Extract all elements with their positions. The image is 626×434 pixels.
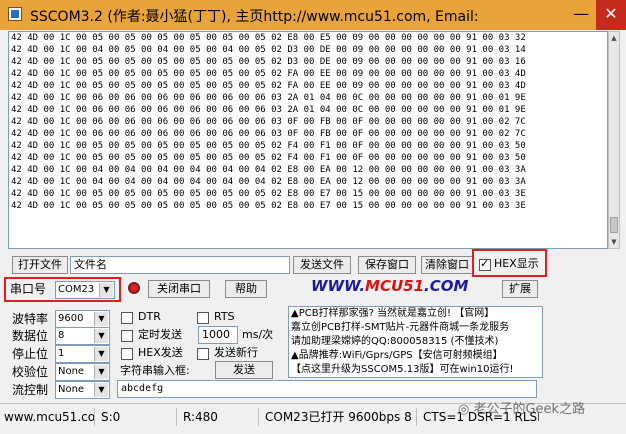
port-select[interactable]: COM23 ▼ [55,281,115,299]
receive-line: 42 4D 00 1C 00 05 00 05 00 05 00 05 00 0… [11,33,526,43]
notice-line[interactable]: ▲品牌推荐:WiFi/Gprs/GPS【安信可射频模组】 [289,349,542,363]
close-button[interactable]: ✕ [596,0,626,30]
receive-line: 42 4D 00 1C 00 05 00 05 00 05 00 05 00 0… [11,141,526,151]
parity-select[interactable]: None ▼ [55,363,110,381]
receive-line: 42 4D 00 1C 00 05 00 05 00 05 00 05 00 0… [11,201,526,211]
hex-send-checkbox[interactable] [121,348,133,360]
title-bar: SSCOM3.2 (作者:聂小猛(丁丁), 主页http://www.mcu51… [0,0,626,30]
app-icon [8,7,22,21]
interval-unit: ms/次 [242,328,274,341]
receive-line: 42 4D 00 1C 00 05 00 05 00 05 00 05 00 0… [11,69,526,79]
receive-line: 42 4D 00 1C 00 04 00 04 00 04 00 04 00 0… [11,177,526,187]
send-button[interactable]: 发送 [215,361,273,379]
save-window-button[interactable]: 保存窗口 [358,256,416,274]
stopbits-label: 停止位 [12,347,49,361]
notice-line[interactable]: 嘉立创PCB打样-SMT贴片-元器件商城一条龙服务 [289,321,542,335]
chevron-down-icon[interactable]: ▼ [94,365,108,379]
receive-line: 42 4D 00 1C 00 05 00 05 00 05 00 05 00 0… [11,81,526,91]
chevron-down-icon[interactable]: ▼ [94,329,108,343]
baud-label: 波特率 [12,312,49,326]
receive-line: 42 4D 00 1C 00 05 00 05 00 05 00 05 00 0… [11,57,526,67]
receive-line: 42 4D 00 1C 00 06 00 06 00 06 00 06 00 0… [11,117,526,127]
chevron-down-icon[interactable]: ▼ [94,347,108,361]
filename-input[interactable]: 文件名 [70,256,290,274]
receive-area[interactable]: 42 4D 00 1C 00 05 00 05 00 05 00 05 00 0… [8,31,608,249]
clear-window-button[interactable]: 清除窗口 [421,256,473,274]
dtr-checkbox[interactable] [121,312,133,324]
status-port: COM23已打开 9600bps 8 [261,408,417,426]
send-input[interactable]: abcdefg [117,380,537,398]
logo-com: .COM [424,277,469,295]
scroll-down-arrow-icon[interactable]: ▼ [609,236,619,248]
flow-label: 流控制 [12,383,49,397]
scroll-up-arrow-icon[interactable]: ▲ [609,32,619,44]
timed-send-label: 定时发送 [138,328,182,341]
notice-line[interactable]: 请加助理梁嫦婷的QQ:800058315 (不懂技术) [289,335,542,349]
open-file-button[interactable]: 打开文件 [12,256,68,274]
receive-scrollbar[interactable]: ▲ ▼ [608,31,620,249]
parity-label: 校验位 [12,365,49,379]
check-icon: ✓ [480,257,490,270]
receive-line: 42 4D 00 1C 00 04 00 05 00 04 00 05 00 0… [11,45,526,55]
timed-send-checkbox[interactable] [121,330,133,342]
receive-line: 42 4D 00 1C 00 05 00 05 00 05 00 05 00 0… [11,153,526,163]
close-port-button[interactable]: 关闭串口 [148,280,210,298]
receive-line: 42 4D 00 1C 00 06 00 06 00 06 00 06 00 0… [11,105,526,115]
string-input-label: 字符串输入框: [120,364,190,377]
chevron-down-icon[interactable]: ▼ [99,283,113,297]
port-value: COM23 [58,284,95,295]
hex-display-label: HEX显示 [494,257,539,270]
logo-mcu51: MCU51 [365,277,425,295]
receive-line: 42 4D 00 1C 00 06 00 06 00 06 00 06 00 0… [11,93,526,103]
receive-line: 42 4D 00 1C 00 04 00 04 00 04 00 04 00 0… [11,165,526,175]
baud-value: 9600 [58,313,84,324]
logo-www: WWW. [311,277,366,295]
port-status-icon [128,282,140,294]
send-file-button[interactable]: 发送文件 [293,256,351,274]
watermark: ◎ 老公子的Geek之路 [458,402,586,417]
status-site: www.mcu51.cor [0,408,95,426]
notice-panel[interactable]: ▲PCB打样那家强? 当然就是嘉立创! 【官网】 嘉立创PCB打样-SMT贴片-元… [288,306,543,378]
minimize-button[interactable]: — [566,0,596,30]
stopbits-value: 1 [58,348,65,359]
send-newline-label: 发送新行 [214,346,258,359]
stopbits-select[interactable]: 1 ▼ [55,345,110,363]
status-sent: S:0 [97,408,177,426]
status-received: R:480 [179,408,259,426]
databits-value: 8 [58,330,65,341]
flow-select[interactable]: None ▼ [55,381,110,399]
parity-value: None [58,366,85,377]
scroll-thumb[interactable] [610,217,618,233]
databits-label: 数据位 [12,329,49,343]
receive-line: 42 4D 00 1C 00 06 00 06 00 06 00 06 00 0… [11,129,526,139]
hex-display-checkbox[interactable]: ✓ [479,257,491,271]
expand-button[interactable]: 扩展 [502,280,538,298]
chevron-down-icon[interactable]: ▼ [94,383,108,397]
hex-send-label: HEX发送 [138,346,183,359]
port-label: 串口号 [10,282,47,296]
send-newline-checkbox[interactable] [197,348,209,360]
window-title: SSCOM3.2 (作者:聂小猛(丁丁), 主页http://www.mcu51… [30,9,479,25]
notice-line[interactable]: ▲PCB打样那家强? 当然就是嘉立创! 【官网】 [289,307,542,321]
baud-select[interactable]: 9600 ▼ [55,310,110,328]
rts-label: RTS [214,310,235,323]
flow-value: None [58,384,85,395]
chevron-down-icon[interactable]: ▼ [94,312,108,326]
rts-checkbox[interactable] [197,312,209,324]
databits-select[interactable]: 8 ▼ [55,327,110,345]
help-button[interactable]: 帮助 [225,280,267,298]
notice-line[interactable]: 【点这里升级为SSCOM5.13版】可在win10运行! [289,363,542,377]
receive-line: 42 4D 00 1C 00 05 00 05 00 05 00 05 00 0… [11,189,526,199]
interval-input[interactable]: 1000 [198,326,238,344]
dtr-label: DTR [138,310,161,323]
website-logo: WWW.MCU51.COM [311,277,468,295]
